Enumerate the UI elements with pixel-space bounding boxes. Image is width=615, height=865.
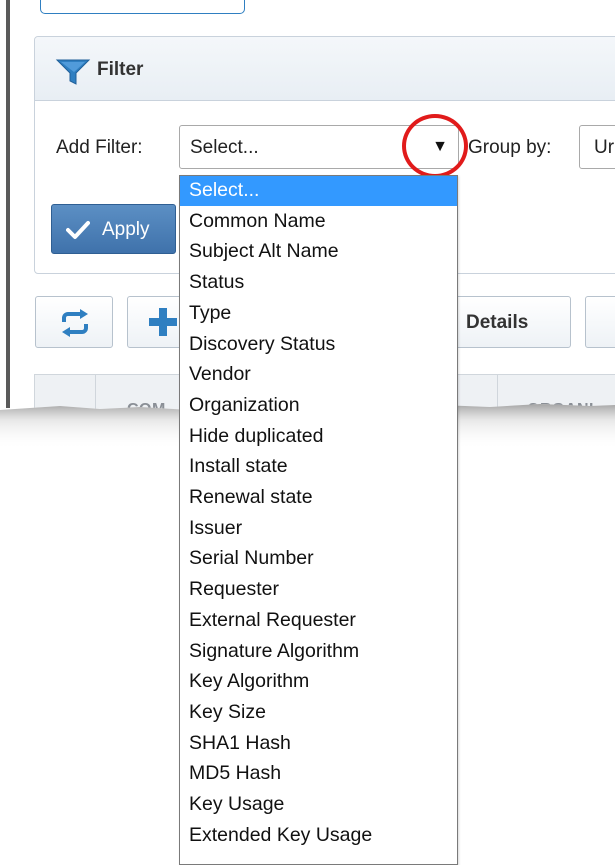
- dropdown-option[interactable]: Organization: [180, 391, 457, 421]
- dropdown-option[interactable]: Status: [180, 268, 457, 298]
- funnel-icon: [55, 59, 91, 85]
- details-label: Details: [466, 312, 529, 333]
- dropdown-option[interactable]: Serial Number: [180, 544, 457, 574]
- filter-options-list[interactable]: Select... Common Name Subject Alt Name Stat…: [179, 175, 458, 865]
- check-icon: [66, 221, 90, 239]
- dropdown-option[interactable]: External Requester: [180, 606, 457, 636]
- dropdown-option[interactable]: Hide duplicated: [180, 422, 457, 452]
- dropdown-option[interactable]: SHA1 Hash: [180, 729, 457, 759]
- dropdown-option[interactable]: MD5 Hash: [180, 759, 457, 789]
- add-filter-label: Add Filter:: [56, 137, 143, 158]
- dropdown-option[interactable]: Issuer: [180, 514, 457, 544]
- dropdown-option[interactable]: Renewal state: [180, 483, 457, 513]
- dropdown-option[interactable]: Key Usage: [180, 790, 457, 820]
- dropdown-option[interactable]: Install state: [180, 452, 457, 482]
- plus-icon: [149, 308, 177, 336]
- dropdown-option[interactable]: Requester: [180, 575, 457, 605]
- group-by-select-value: Ur: [594, 137, 615, 158]
- top-tab[interactable]: [40, 0, 245, 14]
- add-filter-select-value: Select...: [190, 137, 259, 158]
- apply-label: Apply: [102, 219, 150, 240]
- dropdown-option[interactable]: Subject Alt Name: [180, 237, 457, 267]
- add-button[interactable]: [127, 296, 187, 348]
- refresh-button[interactable]: [35, 296, 113, 348]
- highlight-circle: [402, 114, 468, 178]
- apply-button[interactable]: Apply: [51, 204, 176, 254]
- details-button[interactable]: Details: [455, 296, 571, 348]
- dropdown-option[interactable]: Key Size: [180, 698, 457, 728]
- dropdown-option[interactable]: Key Algorithm: [180, 667, 457, 697]
- dropdown-option[interactable]: Discovery Status: [180, 330, 457, 360]
- dropdown-option[interactable]: Extended Key Usage: [180, 821, 457, 851]
- filter-header[interactable]: Filter: [35, 37, 615, 101]
- refresh-icon: [62, 309, 88, 337]
- group-by-label: Group by:: [468, 137, 552, 158]
- dropdown-option[interactable]: Select...: [180, 176, 457, 206]
- filter-title: Filter: [97, 59, 144, 80]
- group-by-select[interactable]: Ur: [579, 125, 615, 169]
- dropdown-option[interactable]: Type: [180, 299, 457, 329]
- dropdown-option[interactable]: Signature Algorithm: [180, 637, 457, 667]
- dropdown-option[interactable]: Common Name: [180, 207, 457, 237]
- dropdown-option[interactable]: Vendor: [180, 360, 457, 390]
- toolbar-button[interactable]: [585, 296, 615, 348]
- left-border: [0, 0, 10, 408]
